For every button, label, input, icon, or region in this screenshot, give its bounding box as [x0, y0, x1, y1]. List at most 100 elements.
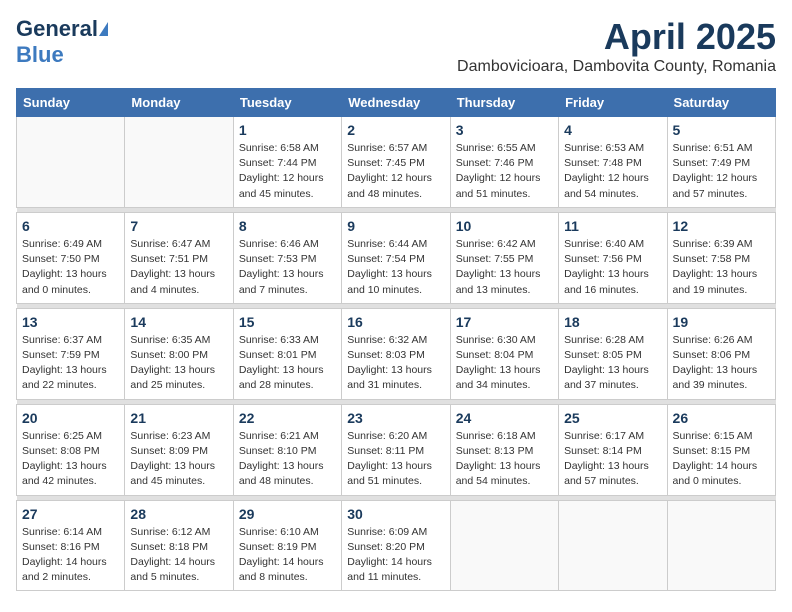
- day-number: 27: [22, 506, 119, 522]
- calendar-cell: 4Sunrise: 6:53 AM Sunset: 7:48 PM Daylig…: [559, 117, 667, 208]
- day-detail: Sunrise: 6:21 AM Sunset: 8:10 PM Dayligh…: [239, 429, 336, 490]
- day-number: 15: [239, 314, 336, 330]
- day-of-week-header: Saturday: [667, 89, 775, 117]
- calendar-cell: [17, 117, 125, 208]
- logo-blue: Blue: [16, 42, 64, 67]
- day-number: 24: [456, 410, 553, 426]
- day-detail: Sunrise: 6:25 AM Sunset: 8:08 PM Dayligh…: [22, 429, 119, 490]
- day-detail: Sunrise: 6:40 AM Sunset: 7:56 PM Dayligh…: [564, 237, 661, 298]
- calendar-cell: 6Sunrise: 6:49 AM Sunset: 7:50 PM Daylig…: [17, 212, 125, 303]
- calendar-cell: [125, 117, 233, 208]
- calendar: SundayMondayTuesdayWednesdayThursdayFrid…: [16, 88, 776, 591]
- day-detail: Sunrise: 6:15 AM Sunset: 8:15 PM Dayligh…: [673, 429, 770, 490]
- calendar-cell: 19 Sunrise: 6:26 AM Sunset: 8:06 PM Dayli…: [667, 308, 775, 399]
- day-of-week-header: Friday: [559, 89, 667, 117]
- day-detail: Sunrise: 6:14 AM Sunset: 8:16 PM Dayligh…: [22, 525, 119, 586]
- day-detail: Sunrise: 6:28 AM Sunset: 8:05 PM Dayligh…: [564, 333, 661, 394]
- calendar-cell: 2Sunrise: 6:57 AM Sunset: 7:45 PM Daylig…: [342, 117, 450, 208]
- calendar-cell: [450, 500, 558, 591]
- header: General Blue April 2025 Dambovicioara, D…: [16, 16, 776, 76]
- calendar-cell: 17Sunrise: 6:30 AM Sunset: 8:04 PM Dayli…: [450, 308, 558, 399]
- day-number: 20: [22, 410, 119, 426]
- day-number: 19: [673, 314, 770, 330]
- day-detail: Sunrise: 6:32 AM Sunset: 8:03 PM Dayligh…: [347, 333, 444, 394]
- day-detail: Sunrise: 6:35 AM Sunset: 8:00 PM Dayligh…: [130, 333, 227, 394]
- day-number: 30: [347, 506, 444, 522]
- day-detail: Sunrise: 6:58 AM Sunset: 7:44 PM Dayligh…: [239, 141, 336, 202]
- day-detail: Sunrise: 6:23 AM Sunset: 8:09 PM Dayligh…: [130, 429, 227, 490]
- day-detail: Sunrise: 6:42 AM Sunset: 7:55 PM Dayligh…: [456, 237, 553, 298]
- calendar-cell: 23Sunrise: 6:20 AM Sunset: 8:11 PM Dayli…: [342, 404, 450, 495]
- calendar-week-row: 27 Sunrise: 6:14 AM Sunset: 8:16 PM Dayli…: [17, 500, 776, 591]
- day-detail: Sunrise: 6:37 AM Sunset: 7:59 PM Dayligh…: [22, 333, 119, 394]
- day-number: 3: [456, 122, 553, 138]
- month-title: April 2025: [457, 16, 776, 58]
- day-detail: Sunrise: 6:30 AM Sunset: 8:04 PM Dayligh…: [456, 333, 553, 394]
- calendar-week-row: 6Sunrise: 6:49 AM Sunset: 7:50 PM Daylig…: [17, 212, 776, 303]
- calendar-cell: 15 Sunrise: 6:33 AM Sunset: 8:01 PM Dayli…: [233, 308, 341, 399]
- calendar-cell: 5 Sunrise: 6:51 AM Sunset: 7:49 PM Daylig…: [667, 117, 775, 208]
- calendar-cell: 30 Sunrise: 6:09 AM Sunset: 8:20 PM Dayli…: [342, 500, 450, 591]
- day-number: 26: [673, 410, 770, 426]
- logo-triangle-icon: [99, 22, 108, 36]
- day-detail: Sunrise: 6:10 AM Sunset: 8:19 PM Dayligh…: [239, 525, 336, 586]
- day-number: 18: [564, 314, 661, 330]
- day-detail: Sunrise: 6:39 AM Sunset: 7:58 PM Dayligh…: [673, 237, 770, 298]
- calendar-week-row: 13Sunrise: 6:37 AM Sunset: 7:59 PM Dayli…: [17, 308, 776, 399]
- location-title: Dambovicioara, Dambovita County, Romania: [457, 58, 776, 76]
- calendar-cell: 26 Sunrise: 6:15 AM Sunset: 8:15 PM Dayli…: [667, 404, 775, 495]
- day-detail: Sunrise: 6:51 AM Sunset: 7:49 PM Dayligh…: [673, 141, 770, 202]
- title-area: April 2025 Dambovicioara, Dambovita Coun…: [457, 16, 776, 76]
- calendar-cell: 20 Sunrise: 6:25 AM Sunset: 8:08 PM Dayli…: [17, 404, 125, 495]
- calendar-cell: 7 Sunrise: 6:47 AM Sunset: 7:51 PM Daylig…: [125, 212, 233, 303]
- day-number: 11: [564, 218, 661, 234]
- calendar-cell: 29 Sunrise: 6:10 AM Sunset: 8:19 PM Dayli…: [233, 500, 341, 591]
- calendar-cell: 21Sunrise: 6:23 AM Sunset: 8:09 PM Dayli…: [125, 404, 233, 495]
- calendar-cell: 13Sunrise: 6:37 AM Sunset: 7:59 PM Dayli…: [17, 308, 125, 399]
- day-number: 1: [239, 122, 336, 138]
- calendar-cell: 22Sunrise: 6:21 AM Sunset: 8:10 PM Dayli…: [233, 404, 341, 495]
- calendar-cell: 28Sunrise: 6:12 AM Sunset: 8:18 PM Dayli…: [125, 500, 233, 591]
- day-number: 28: [130, 506, 227, 522]
- day-detail: Sunrise: 6:46 AM Sunset: 7:53 PM Dayligh…: [239, 237, 336, 298]
- day-detail: Sunrise: 6:44 AM Sunset: 7:54 PM Dayligh…: [347, 237, 444, 298]
- calendar-cell: 27 Sunrise: 6:14 AM Sunset: 8:16 PM Dayli…: [17, 500, 125, 591]
- day-of-week-header: Monday: [125, 89, 233, 117]
- calendar-cell: 24 Sunrise: 6:18 AM Sunset: 8:13 PM Dayli…: [450, 404, 558, 495]
- calendar-week-row: 1 Sunrise: 6:58 AM Sunset: 7:44 PM Daylig…: [17, 117, 776, 208]
- day-detail: Sunrise: 6:47 AM Sunset: 7:51 PM Dayligh…: [130, 237, 227, 298]
- calendar-cell: 1 Sunrise: 6:58 AM Sunset: 7:44 PM Daylig…: [233, 117, 341, 208]
- day-of-week-header: Sunday: [17, 89, 125, 117]
- day-detail: Sunrise: 6:49 AM Sunset: 7:50 PM Dayligh…: [22, 237, 119, 298]
- day-number: 7: [130, 218, 227, 234]
- logo-general: General: [16, 16, 98, 42]
- calendar-cell: [667, 500, 775, 591]
- calendar-cell: 9 Sunrise: 6:44 AM Sunset: 7:54 PM Daylig…: [342, 212, 450, 303]
- calendar-cell: 3Sunrise: 6:55 AM Sunset: 7:46 PM Daylig…: [450, 117, 558, 208]
- day-number: 8: [239, 218, 336, 234]
- day-number: 10: [456, 218, 553, 234]
- logo: General Blue: [16, 16, 108, 68]
- calendar-cell: 10 Sunrise: 6:42 AM Sunset: 7:55 PM Dayli…: [450, 212, 558, 303]
- calendar-cell: 12Sunrise: 6:39 AM Sunset: 7:58 PM Dayli…: [667, 212, 775, 303]
- day-number: 5: [673, 122, 770, 138]
- calendar-cell: 18 Sunrise: 6:28 AM Sunset: 8:05 PM Dayli…: [559, 308, 667, 399]
- day-detail: Sunrise: 6:20 AM Sunset: 8:11 PM Dayligh…: [347, 429, 444, 490]
- day-number: 9: [347, 218, 444, 234]
- day-of-week-header: Wednesday: [342, 89, 450, 117]
- day-of-week-header: Tuesday: [233, 89, 341, 117]
- calendar-header-row: SundayMondayTuesdayWednesdayThursdayFrid…: [17, 89, 776, 117]
- day-number: 25: [564, 410, 661, 426]
- day-detail: Sunrise: 6:33 AM Sunset: 8:01 PM Dayligh…: [239, 333, 336, 394]
- day-detail: Sunrise: 6:26 AM Sunset: 8:06 PM Dayligh…: [673, 333, 770, 394]
- calendar-cell: 25 Sunrise: 6:17 AM Sunset: 8:14 PM Dayli…: [559, 404, 667, 495]
- day-detail: Sunrise: 6:17 AM Sunset: 8:14 PM Dayligh…: [564, 429, 661, 490]
- day-detail: Sunrise: 6:53 AM Sunset: 7:48 PM Dayligh…: [564, 141, 661, 202]
- calendar-week-row: 20 Sunrise: 6:25 AM Sunset: 8:08 PM Dayli…: [17, 404, 776, 495]
- day-of-week-header: Thursday: [450, 89, 558, 117]
- calendar-cell: 14Sunrise: 6:35 AM Sunset: 8:00 PM Dayli…: [125, 308, 233, 399]
- day-detail: Sunrise: 6:09 AM Sunset: 8:20 PM Dayligh…: [347, 525, 444, 586]
- day-number: 29: [239, 506, 336, 522]
- day-detail: Sunrise: 6:18 AM Sunset: 8:13 PM Dayligh…: [456, 429, 553, 490]
- calendar-cell: 8 Sunrise: 6:46 AM Sunset: 7:53 PM Daylig…: [233, 212, 341, 303]
